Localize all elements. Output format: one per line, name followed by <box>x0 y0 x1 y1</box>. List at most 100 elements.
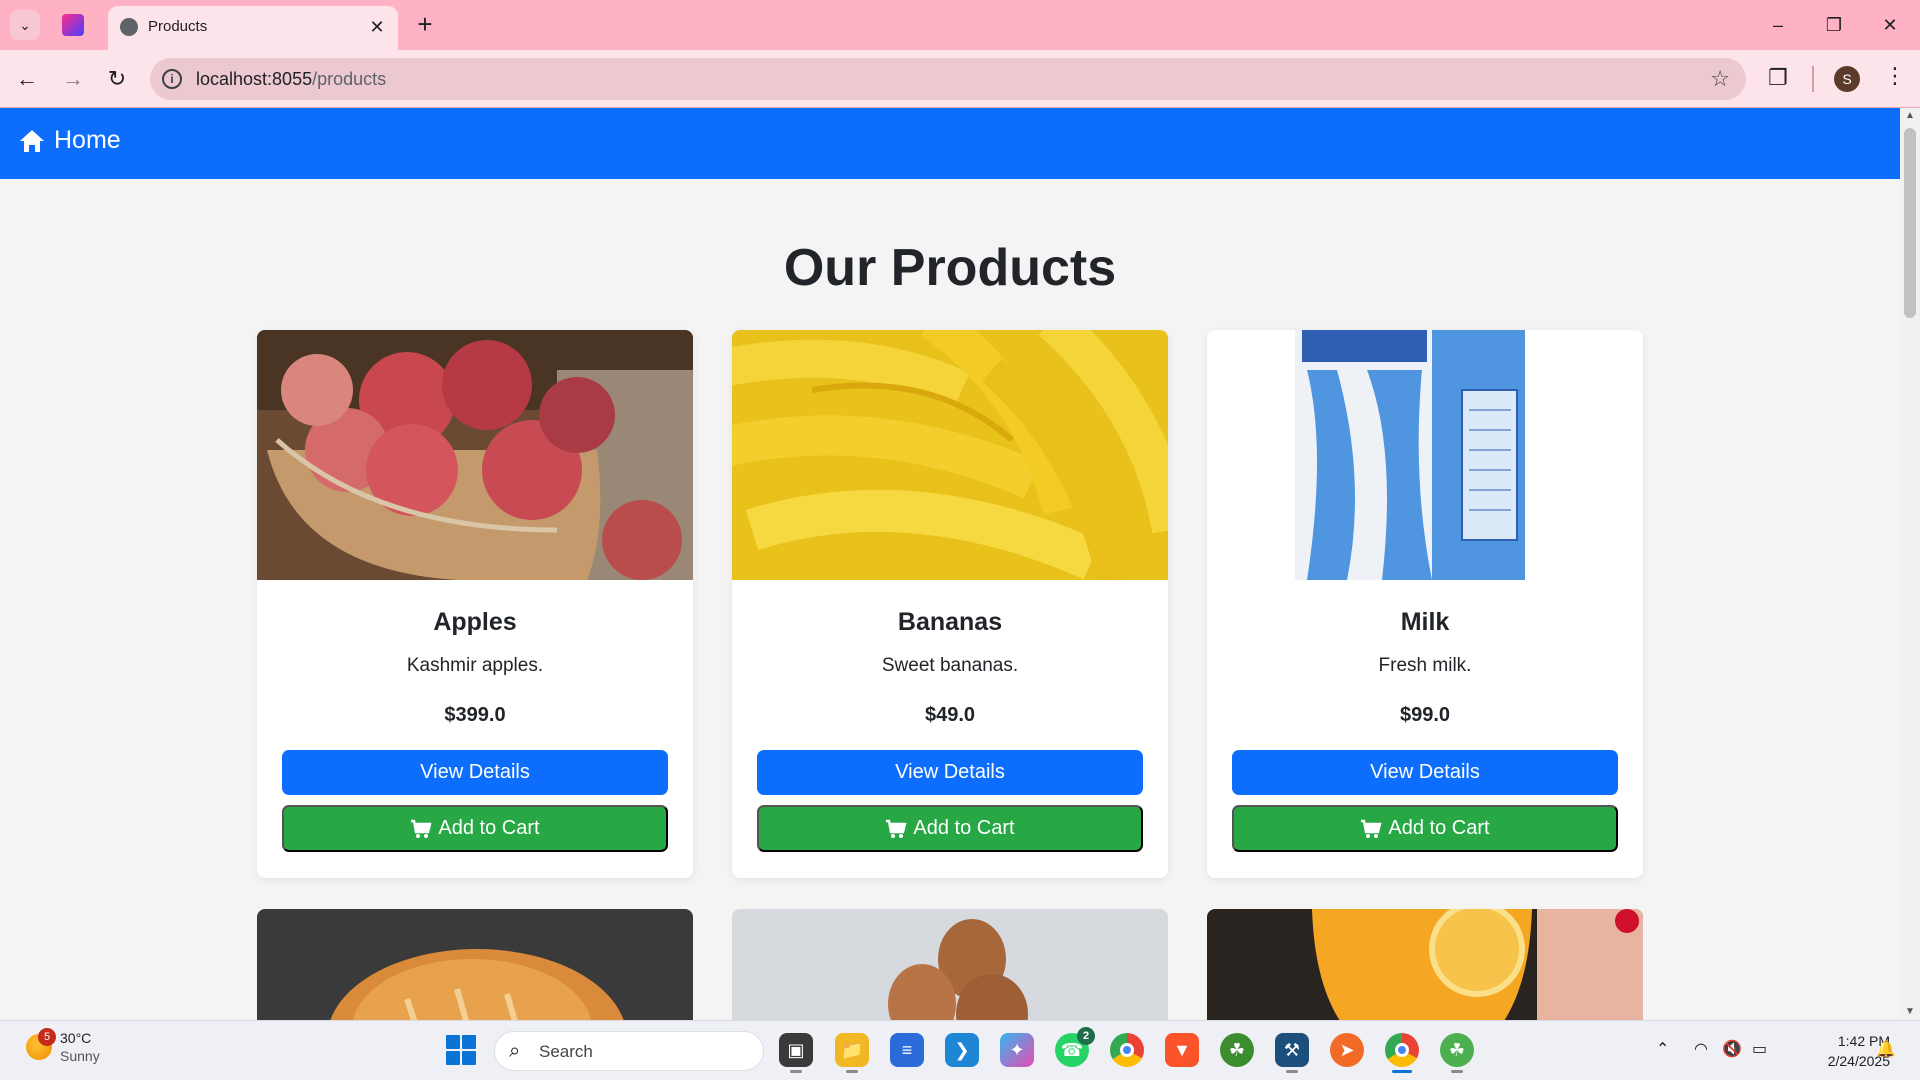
scroll-down-icon[interactable]: ▼ <box>1904 1006 1916 1017</box>
product-card: Apples Kashmir apples. $399.0 View Detai… <box>257 330 693 878</box>
home-link-label: Home <box>54 126 121 154</box>
wifi-icon[interactable]: ◠ <box>1694 1039 1708 1059</box>
notepad-icon[interactable]: ≡ <box>890 1033 924 1067</box>
postman-icon[interactable]: ➤ <box>1330 1033 1364 1067</box>
page-scrollbar[interactable]: ▲ ▼ <box>1900 108 1920 1020</box>
add-to-cart-button[interactable]: Add to Cart <box>757 805 1143 852</box>
site-info-icon[interactable]: i <box>162 69 182 89</box>
taskbar-search-label: Search <box>539 1042 593 1061</box>
spring-tool-icon[interactable]: ☘ <box>1220 1033 1254 1067</box>
site-navbar: Home <box>0 108 1900 179</box>
product-image-milk <box>1207 330 1643 580</box>
add-to-cart-label: Add to Cart <box>913 817 1015 839</box>
product-description: Kashmir apples. <box>406 655 544 676</box>
url-host: localhost:8055 <box>196 69 313 89</box>
home-link[interactable]: Home <box>18 126 121 155</box>
toolbar-divider <box>1812 66 1814 92</box>
pinned-tab-icon[interactable] <box>62 14 84 36</box>
globe-icon <box>120 18 138 36</box>
view-details-button[interactable]: View Details <box>1232 750 1618 795</box>
app-running-indicator <box>1451 1070 1463 1073</box>
profile-avatar[interactable]: S <box>1834 66 1860 92</box>
page-viewport: Home Our Products Apples Kashmir apples.… <box>0 108 1920 1020</box>
chrome-profile-icon[interactable] <box>1385 1033 1419 1073</box>
task-view-icon[interactable]: ▣ <box>779 1033 813 1073</box>
product-image-bananas <box>732 330 1168 580</box>
taskbar-search[interactable]: ⌕ Search <box>494 1031 764 1071</box>
app-running-indicator <box>1286 1070 1298 1073</box>
restore-button[interactable]: ❐ <box>1814 10 1854 40</box>
bookmark-star-icon[interactable]: ☆ <box>1710 66 1730 92</box>
add-to-cart-label: Add to Cart <box>1388 817 1490 839</box>
view-details-button[interactable]: View Details <box>757 750 1143 795</box>
close-tab-icon[interactable]: ✕ <box>366 16 388 38</box>
product-name: Bananas <box>897 608 1003 636</box>
reload-button[interactable]: ↻ <box>102 64 132 94</box>
new-tab-button[interactable]: + <box>410 10 440 40</box>
search-icon: ⌕ <box>509 1040 521 1062</box>
product-card: Bananas Sweet bananas. $49.0 View Detail… <box>732 330 1168 878</box>
add-to-cart-button[interactable]: Add to Cart <box>282 805 668 852</box>
url-path: /products <box>312 69 387 89</box>
product-price: $99.0 <box>1399 704 1451 726</box>
cart-icon <box>411 819 432 838</box>
product-description: Sweet bananas. <box>881 655 1019 676</box>
product-price: $49.0 <box>924 704 976 726</box>
minimize-button[interactable]: – <box>1758 10 1798 40</box>
chevron-down-icon: ⌄ <box>19 16 31 33</box>
scroll-up-icon[interactable]: ▲ <box>1904 110 1916 121</box>
app-active-indicator <box>1392 1070 1412 1073</box>
back-button[interactable]: ← <box>12 64 42 94</box>
address-bar[interactable]: i localhost:8055/products ☆ <box>150 58 1746 100</box>
product-name: Apples <box>433 608 517 636</box>
browser-toolbar: ← → ↻ i localhost:8055/products ☆ ❐ S ⋮ <box>0 50 1920 108</box>
weather-badge: 5 <box>38 1028 56 1046</box>
product-image-bread <box>257 909 693 1020</box>
forward-button[interactable]: → <box>58 64 88 94</box>
product-description: Fresh milk. <box>1378 655 1472 676</box>
sun-icon: 5 <box>26 1028 56 1060</box>
product-price: $399.0 <box>444 704 506 726</box>
view-details-button[interactable]: View Details <box>282 750 668 795</box>
whatsapp-icon[interactable]: ☎ 2 <box>1055 1027 1095 1067</box>
add-to-cart-label: Add to Cart <box>438 817 540 839</box>
brave-icon[interactable]: ▼ <box>1165 1033 1199 1067</box>
browser-menu-icon[interactable]: ⋮ <box>1884 63 1906 89</box>
tab-search-button[interactable]: ⌄ <box>10 10 40 40</box>
notifications-icon[interactable]: 🔔 <box>1876 1039 1896 1059</box>
spring-boot-icon[interactable]: ☘ <box>1440 1033 1474 1073</box>
browser-tab-active[interactable]: Products ✕ <box>108 6 398 50</box>
cart-icon <box>1361 819 1382 838</box>
product-image-apples <box>257 330 693 580</box>
windows-taskbar: 5 30°C Sunny ⌕ Search ▣ 📁 ≡ ❯ ✦ ☎ 2 ▼ ☘ … <box>0 1020 1920 1080</box>
copilot-icon[interactable]: ✦ <box>1000 1033 1034 1067</box>
show-hidden-icons[interactable]: ⌃ <box>1656 1039 1669 1059</box>
scrollbar-thumb[interactable] <box>1904 128 1916 318</box>
product-image-eggs <box>732 909 1168 1020</box>
app-running-indicator <box>790 1070 802 1073</box>
tab-title: Products <box>148 18 208 35</box>
weather-temperature: 30°C <box>60 1030 92 1046</box>
start-button[interactable] <box>446 1035 476 1065</box>
vscode-icon[interactable]: ❯ <box>945 1033 979 1067</box>
close-window-button[interactable]: ✕ <box>1870 10 1910 40</box>
volume-muted-icon[interactable]: 🔇 <box>1722 1039 1742 1059</box>
home-icon <box>20 129 44 152</box>
battery-icon[interactable]: ▭ <box>1752 1039 1767 1059</box>
whatsapp-badge: 2 <box>1077 1027 1095 1045</box>
page-title: Our Products <box>783 239 1117 297</box>
product-card: Milk Fresh milk. $99.0 View Details Add … <box>1207 330 1643 878</box>
weather-widget[interactable]: 5 30°C Sunny <box>26 1028 100 1065</box>
mysql-workbench-icon[interactable]: ⚒ <box>1275 1033 1309 1073</box>
product-name: Milk <box>1400 608 1450 636</box>
weather-condition: Sunny <box>60 1048 100 1064</box>
product-image-juice <box>1207 909 1643 1020</box>
cart-icon <box>886 819 907 838</box>
browser-tabstrip: ⌄ Products ✕ + – ❐ ✕ <box>0 0 1920 50</box>
extensions-puzzle-icon[interactable]: ❐ <box>1768 65 1788 91</box>
app-running-indicator <box>846 1070 858 1073</box>
url-text[interactable]: localhost:8055/products <box>196 69 386 90</box>
add-to-cart-button[interactable]: Add to Cart <box>1232 805 1618 852</box>
file-explorer-icon[interactable]: 📁 <box>835 1033 869 1073</box>
chrome-icon[interactable] <box>1110 1033 1144 1067</box>
